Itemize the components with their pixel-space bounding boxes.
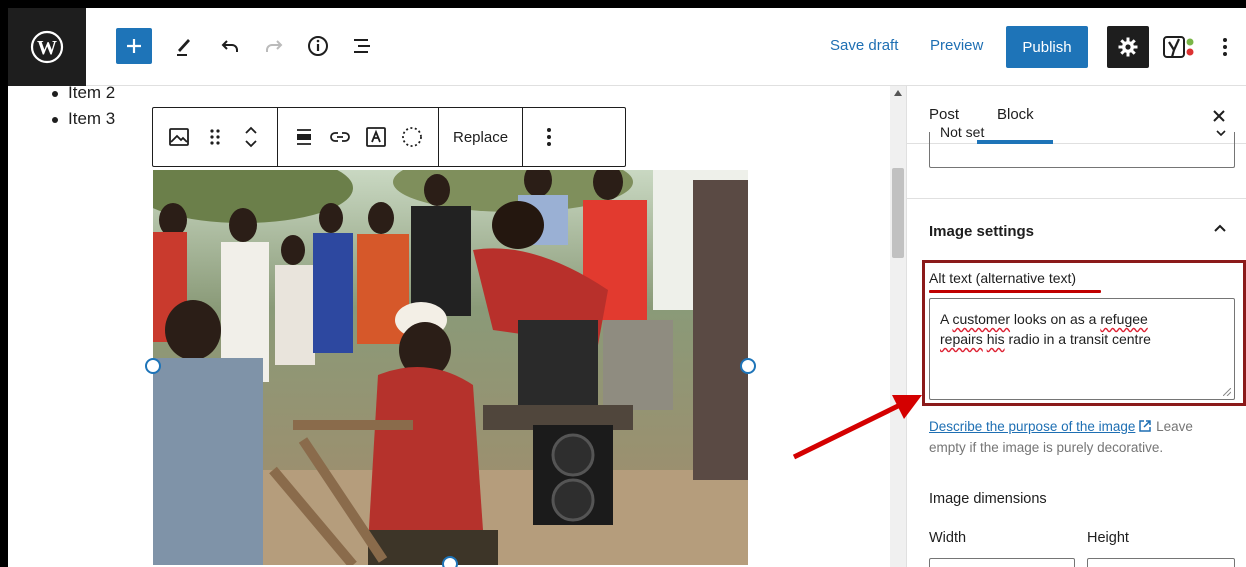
move-up-down-icon: [245, 126, 257, 148]
gear-icon: [1118, 37, 1138, 57]
chevron-up-icon[interactable]: [1211, 220, 1229, 238]
align-button[interactable]: [286, 117, 322, 157]
annotation-arrow-icon: [792, 395, 922, 460]
text-overlay-button[interactable]: [358, 117, 394, 157]
wordpress-logo-icon[interactable]: W: [8, 8, 86, 86]
editor-header: W Save draft Preview Publish: [8, 8, 1246, 86]
block-toolbar-group-move: [153, 108, 278, 166]
svg-text:W: W: [37, 37, 57, 59]
width-input[interactable]: [929, 558, 1075, 567]
replace-button[interactable]: Replace: [447, 129, 514, 146]
scrollbar-thumb[interactable]: [892, 168, 904, 258]
link-icon: [330, 132, 350, 142]
editor-canvas: Item 2 Item 3 Replace: [8, 86, 890, 567]
tab-post[interactable]: Post: [929, 106, 959, 123]
block-toolbar-group-format: [278, 108, 439, 166]
list-view-button[interactable]: [344, 28, 380, 64]
block-toolbar-group-replace: Replace: [439, 108, 524, 166]
panel-divider: [907, 198, 1246, 199]
redo-icon: [266, 40, 283, 52]
more-vertical-icon: [1223, 38, 1227, 56]
drag-handle-icon: [210, 129, 220, 145]
height-input[interactable]: [1087, 558, 1235, 567]
redo-button[interactable]: [256, 28, 292, 64]
block-toolbar-group-more: [523, 108, 575, 166]
resize-handle-bottom[interactable]: [442, 556, 458, 567]
settings-button[interactable]: [1107, 26, 1149, 68]
undo-button[interactable]: [212, 28, 248, 64]
yoast-icon: [1163, 36, 1194, 58]
close-icon[interactable]: [1209, 106, 1229, 126]
pencil-icon: [177, 39, 190, 56]
select-circle-icon: [402, 127, 422, 147]
block-options-button[interactable]: [531, 117, 567, 157]
list-item[interactable]: Item 3: [52, 106, 115, 132]
width-label: Width: [929, 530, 967, 546]
image-dimensions-title: Image dimensions: [929, 491, 1047, 507]
photo-image: [153, 170, 748, 565]
resize-handle-right[interactable]: [740, 358, 756, 374]
move-up-down-button[interactable]: [233, 117, 269, 157]
yoast-seo-button[interactable]: [1160, 30, 1200, 64]
image-block[interactable]: [153, 170, 748, 565]
preview-button[interactable]: Preview: [930, 37, 983, 54]
external-link-icon: [1139, 420, 1152, 432]
options-button[interactable]: [1213, 30, 1237, 64]
link-button[interactable]: [322, 117, 358, 157]
list-view-icon: [354, 39, 370, 53]
scroll-up-icon: [894, 90, 902, 96]
image-icon: [169, 128, 189, 146]
tools-button[interactable]: [166, 28, 202, 64]
undo-icon: [221, 40, 238, 52]
height-label: Height: [1087, 530, 1129, 546]
link-to-select[interactable]: Not set: [929, 124, 1235, 168]
align-icon: [297, 129, 311, 145]
add-block-button[interactable]: [116, 28, 152, 64]
info-icon: [308, 36, 328, 56]
select-button[interactable]: [394, 117, 430, 157]
list-block[interactable]: Item 2 Item 3: [52, 86, 115, 132]
text-overlay-icon: [366, 127, 386, 147]
describe-purpose-link[interactable]: Describe the purpose of the image: [929, 419, 1135, 434]
block-type-button[interactable]: [161, 117, 197, 157]
more-vertical-icon: [547, 128, 552, 146]
drag-button[interactable]: [197, 117, 233, 157]
chevron-down-icon: [1216, 130, 1226, 136]
publish-button[interactable]: Publish: [1006, 26, 1088, 68]
save-draft-button[interactable]: Save draft: [830, 37, 898, 54]
list-item[interactable]: Item 2: [52, 86, 115, 106]
scrollbar-track[interactable]: [890, 86, 906, 567]
editor-frame: W Save draft Preview Publish Item 2 Item…: [8, 8, 1246, 567]
block-toolbar: Replace: [152, 107, 626, 167]
details-button[interactable]: [300, 28, 336, 64]
annotation-highlight-box: [922, 260, 1246, 406]
image-settings-title[interactable]: Image settings: [929, 223, 1034, 240]
tab-block[interactable]: Block: [997, 106, 1034, 123]
select-value: Not set: [940, 124, 985, 140]
resize-handle-left[interactable]: [145, 358, 161, 374]
plus-icon: [127, 39, 141, 53]
alt-text-help: Describe the purpose of the image Leave …: [929, 416, 1229, 458]
